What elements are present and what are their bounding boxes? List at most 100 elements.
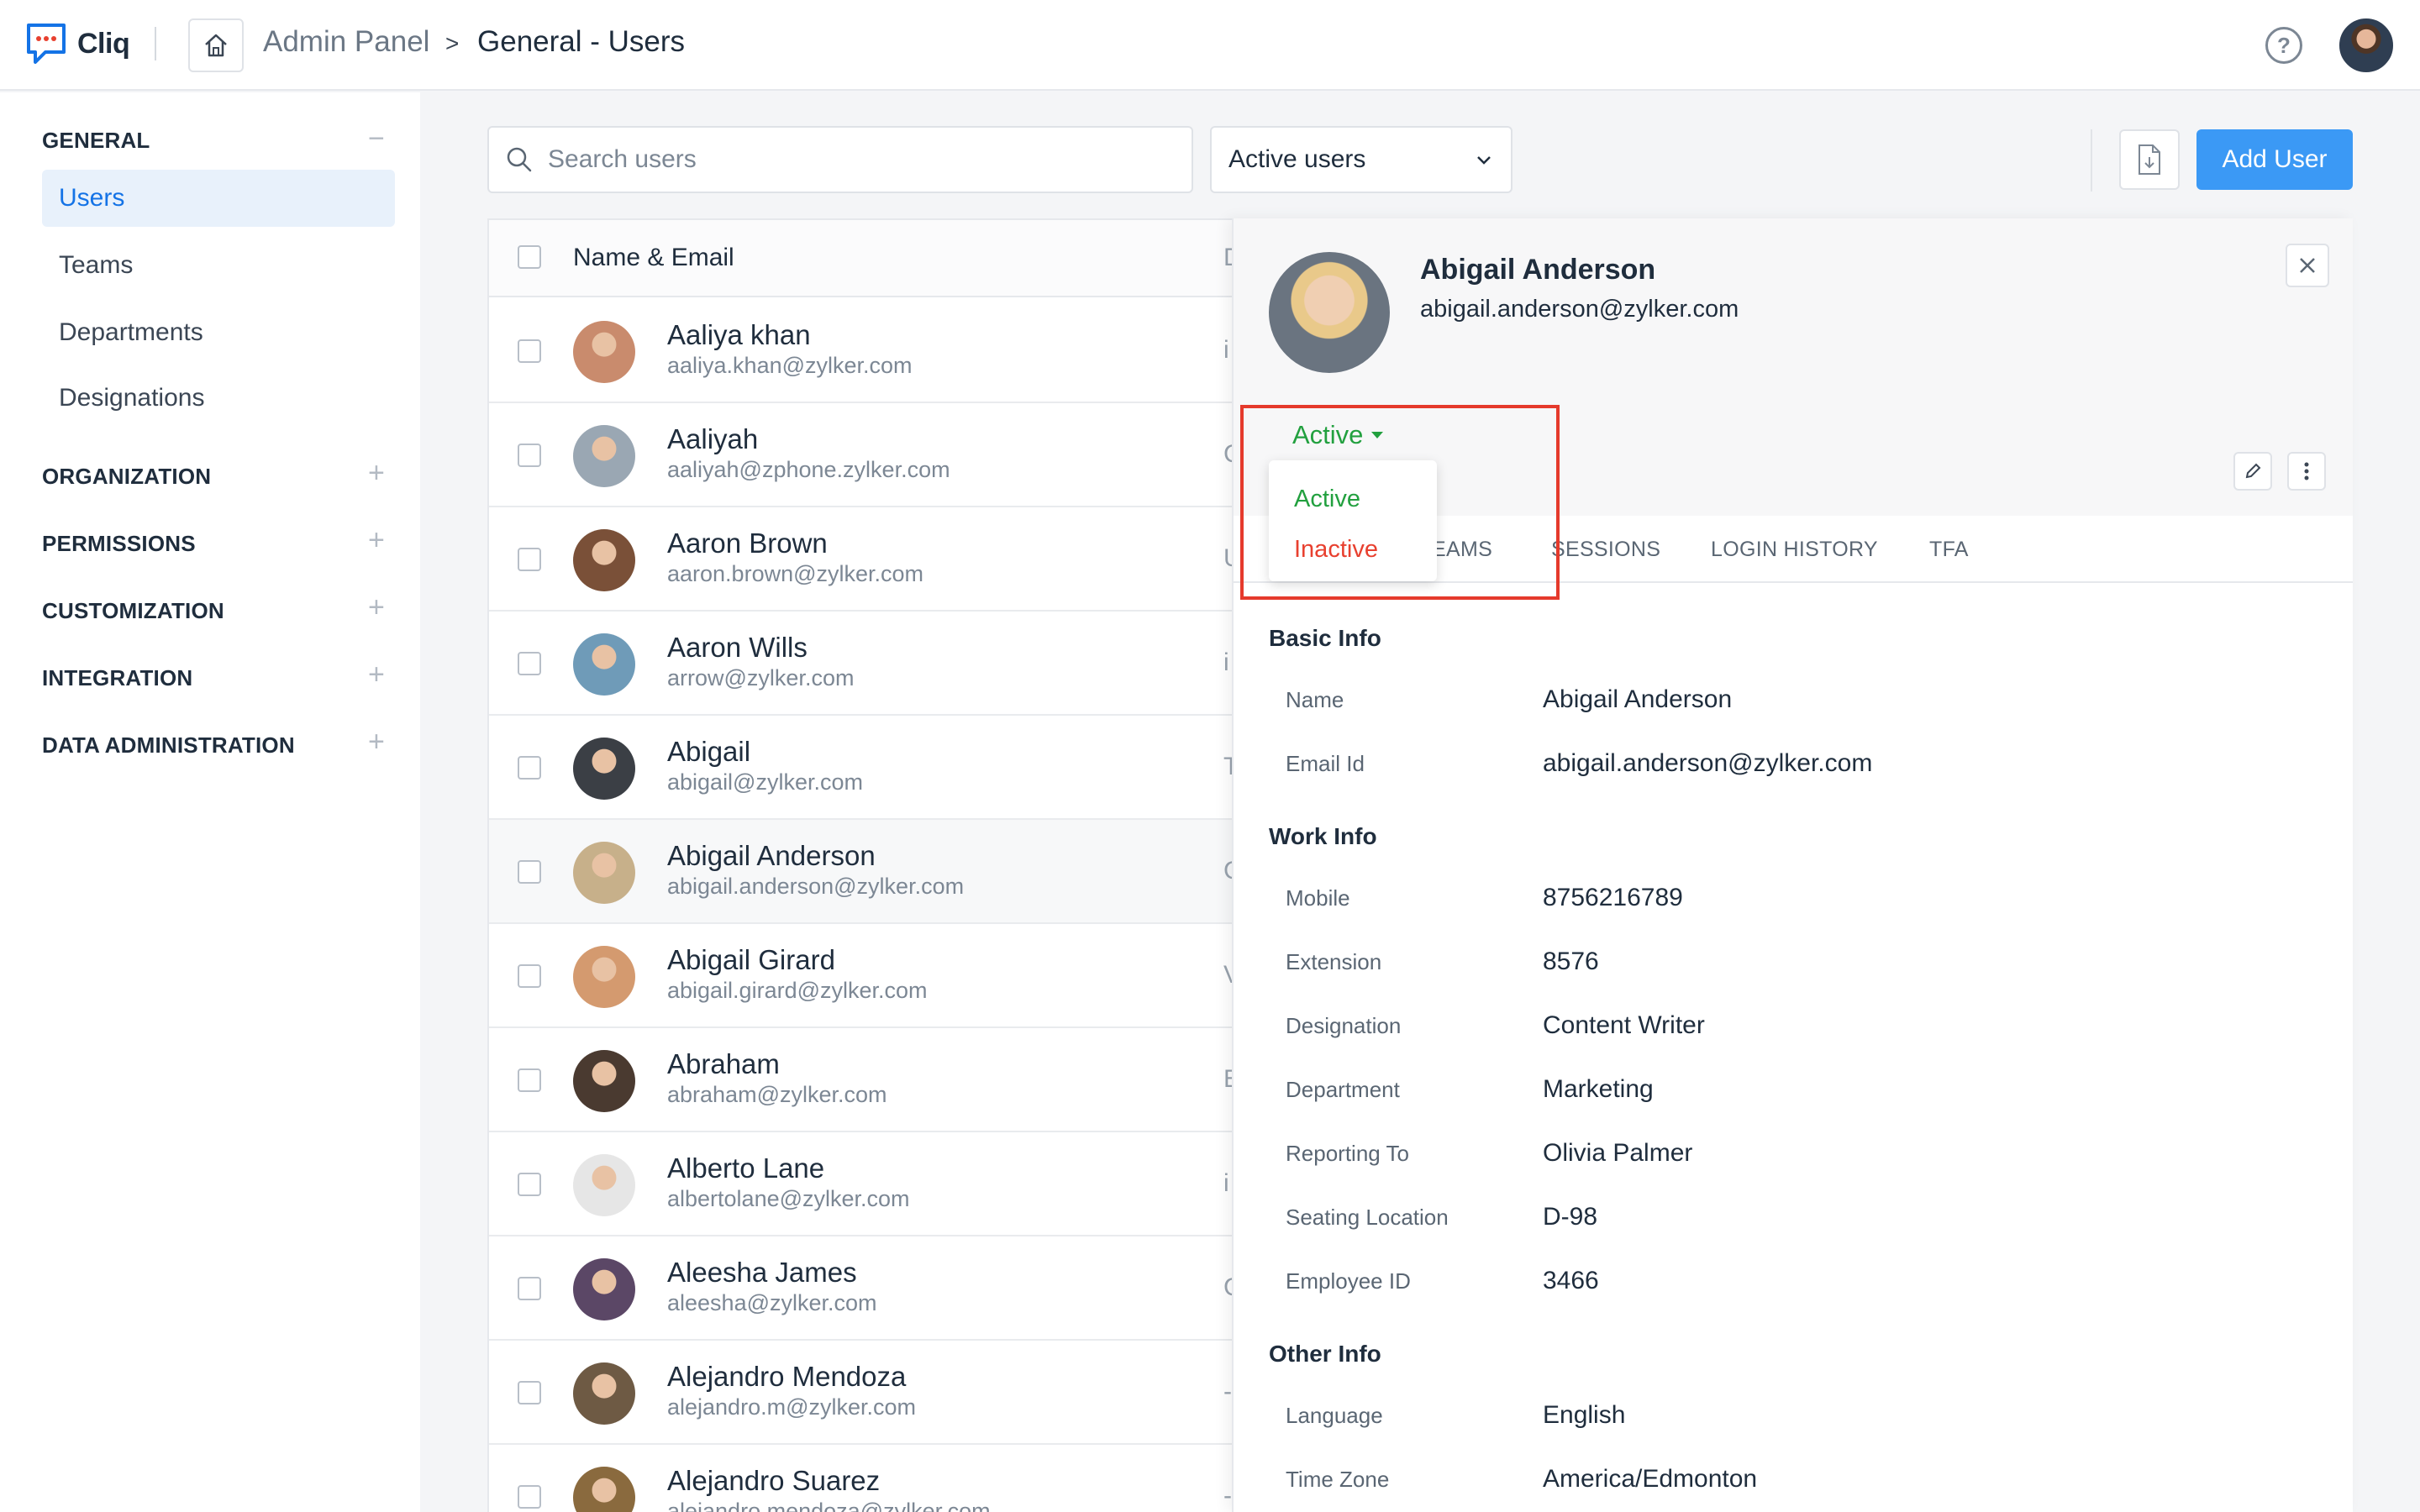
row-checkbox[interactable] <box>518 444 541 467</box>
table-row[interactable]: Aleesha Jamesaleesha@zylker.comC <box>489 1236 1242 1341</box>
expand-icon[interactable]: + <box>368 727 385 756</box>
field-value: Olivia Palmer <box>1543 1139 1693 1167</box>
user-name[interactable]: Aleesha James <box>667 1257 857 1289</box>
avatar <box>573 321 635 383</box>
table-row[interactable]: Aaliya khan aaliya.khan@zylker.com i <box>489 299 1242 403</box>
section-title-work-info: Work Info <box>1269 823 1377 849</box>
status-dropdown-trigger[interactable]: Active <box>1292 420 1384 450</box>
search-input[interactable] <box>548 128 1170 192</box>
table-row[interactable]: Aaliyahaaliyah@zphone.zylker.comC <box>489 403 1242 507</box>
field-label: Department <box>1286 1077 1400 1102</box>
row-checkbox[interactable] <box>518 1381 541 1404</box>
search-box[interactable] <box>487 126 1193 193</box>
status-option-inactive[interactable]: Inactive <box>1294 536 1378 564</box>
table-row[interactable]: Aaron Wills arrow@zylker.com i <box>489 612 1242 716</box>
avatar <box>573 633 635 696</box>
tab-teams[interactable]: EAMS <box>1432 538 1492 562</box>
table-row[interactable]: Abigailabigail@zylker.comT <box>489 716 1242 820</box>
row-checkbox[interactable] <box>518 548 541 571</box>
user-email: alejandro.mendoza@zylker.com <box>667 1499 991 1512</box>
table-row[interactable]: Aaron Brownaaron.brown@zylker.comU <box>489 507 1242 612</box>
avatar <box>573 946 635 1008</box>
status-option-active[interactable]: Active <box>1294 486 1360 513</box>
row-checkbox[interactable] <box>518 860 541 884</box>
row-checkbox[interactable] <box>518 339 541 363</box>
close-panel-button[interactable] <box>2286 244 2329 287</box>
user-name[interactable]: Abigail Anderson <box>667 840 876 872</box>
avatar <box>573 738 635 800</box>
field-value: Marketing <box>1543 1075 1654 1103</box>
field-label: Employee ID <box>1286 1268 1411 1294</box>
sidebar-section-data-administration[interactable]: DATA ADMINISTRATION <box>42 732 295 759</box>
sidebar-item-departments[interactable]: Departments <box>42 304 395 361</box>
sidebar-section-permissions[interactable]: PERMISSIONS <box>42 531 196 557</box>
add-user-button[interactable]: Add User <box>2196 129 2353 190</box>
sidebar-section-general[interactable]: GENERAL <box>42 128 150 154</box>
sidebar-section-integration[interactable]: INTEGRATION <box>42 665 192 691</box>
user-name[interactable]: Abigail Girard <box>667 944 835 976</box>
edit-button[interactable] <box>2233 452 2272 491</box>
field-value: America/Edmonton <box>1543 1465 1758 1493</box>
field-value: D-98 <box>1543 1203 1598 1231</box>
user-email: aaliya.khan@zylker.com <box>667 353 913 378</box>
user-name[interactable]: Aaliya khan <box>667 319 811 351</box>
breadcrumb-admin-panel[interactable]: Admin Panel <box>263 25 429 59</box>
expand-icon[interactable]: + <box>368 459 385 487</box>
row-checkbox[interactable] <box>518 1485 541 1509</box>
user-email: aleesha@zylker.com <box>667 1290 877 1315</box>
sidebar-item-users[interactable]: Users <box>42 170 395 227</box>
user-name[interactable]: Aaron Wills <box>667 632 808 664</box>
column-header-name-email[interactable]: Name & Email <box>573 244 734 272</box>
more-options-button[interactable] <box>2287 452 2326 491</box>
row-partial-column: i <box>1223 1169 1229 1197</box>
list-header: Name & Email D <box>489 220 1242 297</box>
user-name[interactable]: Alberto Lane <box>667 1152 824 1184</box>
collapse-icon[interactable]: − <box>368 124 385 153</box>
row-checkbox[interactable] <box>518 1068 541 1092</box>
user-name[interactable]: Aaliyah <box>667 423 758 455</box>
expand-icon[interactable]: + <box>368 660 385 689</box>
user-name[interactable]: Abraham <box>667 1048 780 1080</box>
user-name[interactable]: Alejandro Suarez <box>667 1465 880 1497</box>
row-checkbox[interactable] <box>518 756 541 780</box>
breadcrumb-current: General - Users <box>477 25 686 58</box>
sidebar-section-customization[interactable]: CUSTOMIZATION <box>42 598 224 624</box>
sidebar-section-organization[interactable]: ORGANIZATION <box>42 464 211 490</box>
tab-sessions[interactable]: SESSIONS <box>1551 538 1660 562</box>
field-value: 3466 <box>1543 1267 1599 1294</box>
table-row[interactable]: Alejandro Suarez alejandro.mendoza@zylker… <box>489 1445 1242 1512</box>
app-name: Cliq <box>77 27 130 60</box>
home-button[interactable] <box>188 18 244 72</box>
field-value: Abigail Anderson <box>1543 685 1733 713</box>
user-avatar[interactable] <box>2338 17 2395 74</box>
expand-icon[interactable]: + <box>368 593 385 622</box>
table-row[interactable]: Abigail Girardabigail.girard@zylker.comV <box>489 924 1242 1028</box>
row-checkbox[interactable] <box>518 652 541 675</box>
row-partial-column: i <box>1223 336 1229 364</box>
status-dropdown-menu: Active Inactive <box>1269 460 1437 581</box>
app-logo[interactable]: Cliq <box>24 20 130 67</box>
sidebar-item-designations[interactable]: Designations <box>42 370 395 427</box>
export-button[interactable] <box>2119 129 2180 190</box>
table-row[interactable]: Alejandro Mendoza alejandro.m@zylker.com - <box>489 1341 1242 1445</box>
table-row[interactable]: Abrahamabraham@zylker.comE <box>489 1028 1242 1132</box>
table-row[interactable]: Abigail Anderson abigail.anderson@zylker.… <box>489 820 1242 924</box>
field-label: Extension <box>1286 949 1382 974</box>
tab-login-history[interactable]: LOGIN HISTORY <box>1711 538 1878 562</box>
field-label: Email Id <box>1286 751 1365 776</box>
expand-icon[interactable]: + <box>368 526 385 554</box>
user-email: abigail@zylker.com <box>667 769 863 795</box>
sidebar-item-teams[interactable]: Teams <box>42 237 395 294</box>
table-row[interactable]: Alberto Lane albertolane@zylker.com i <box>489 1132 1242 1236</box>
help-icon[interactable]: ? <box>2265 27 2302 64</box>
select-all-checkbox[interactable] <box>518 245 541 269</box>
user-name[interactable]: Abigail <box>667 736 750 768</box>
row-checkbox[interactable] <box>518 964 541 988</box>
user-status-filter[interactable]: Active users <box>1210 126 1512 193</box>
row-checkbox[interactable] <box>518 1173 541 1196</box>
user-name[interactable]: Alejandro Mendoza <box>667 1361 906 1393</box>
user-name[interactable]: Aaron Brown <box>667 528 828 559</box>
field-label: Seating Location <box>1286 1205 1449 1230</box>
row-checkbox[interactable] <box>518 1277 541 1300</box>
tab-tfa[interactable]: TFA <box>1929 538 1969 562</box>
